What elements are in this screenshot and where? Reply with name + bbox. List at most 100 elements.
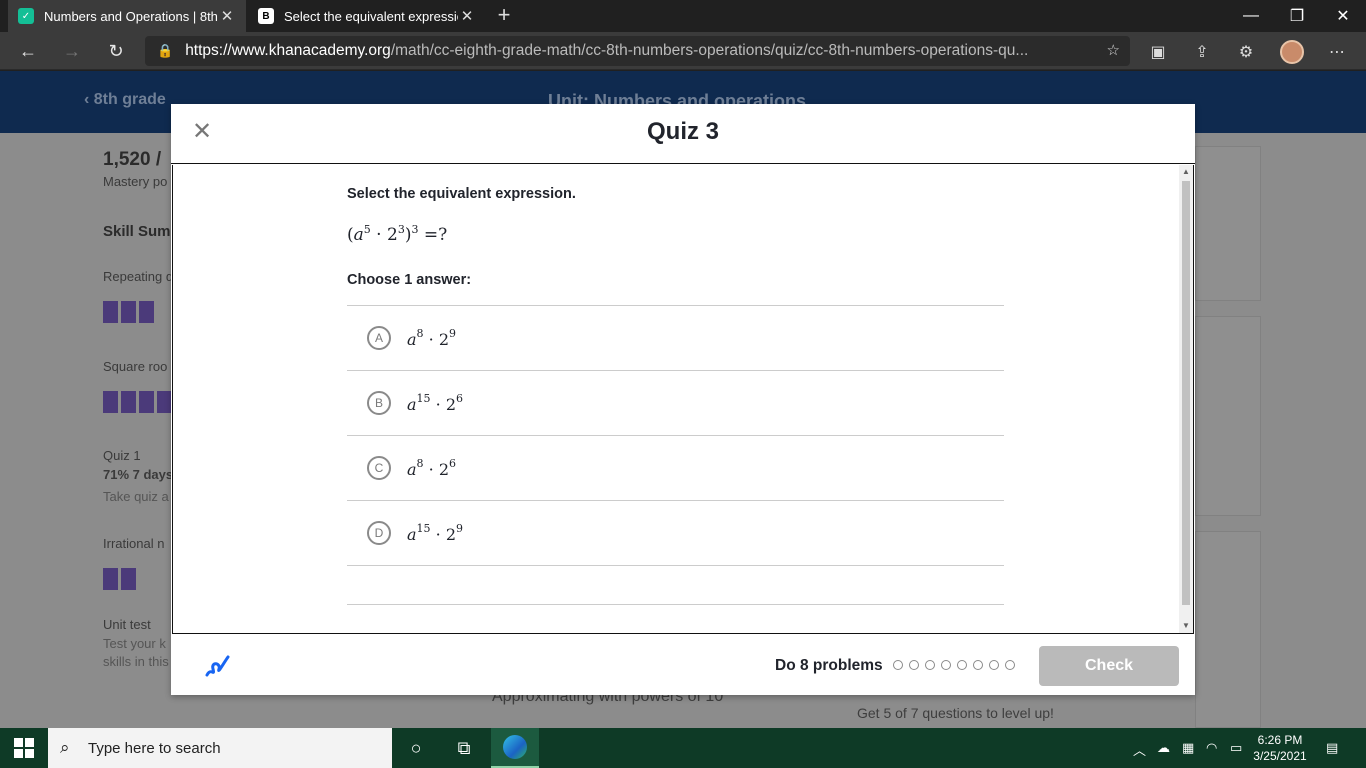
mastery-points: 1,520 / <box>103 149 162 170</box>
progress-dot <box>941 660 951 670</box>
tab-title: Numbers and Operations | 8th g <box>44 8 218 24</box>
progress-dot <box>909 660 919 670</box>
choice-expression: a15 · 29 <box>407 522 463 544</box>
lock-icon: 🔒 <box>157 43 174 58</box>
choice-expression: a15 · 26 <box>407 392 463 414</box>
quiz-modal: ✕ Quiz 3 Select the equivalent expressio… <box>171 104 1195 695</box>
close-tab-icon[interactable]: ✕ <box>218 7 236 25</box>
background-card <box>1195 316 1261 516</box>
choice-letter: C <box>367 456 391 480</box>
breadcrumb[interactable]: ‹ 8th grade <box>84 91 166 109</box>
modal-header: ✕ Quiz 3 <box>171 104 1195 164</box>
collections-icon[interactable]: ▣ <box>1147 41 1169 63</box>
choose-label: Choose 1 answer: <box>347 272 472 288</box>
unit-test-desc: Test your k <box>103 636 166 651</box>
taskbar-search[interactable]: ⌕ Type here to search <box>48 728 392 768</box>
progress-dot <box>989 660 999 670</box>
progress-dot <box>893 660 903 670</box>
choice-b[interactable]: B a15 · 26 <box>347 371 1004 436</box>
refresh-icon[interactable]: ↻ <box>101 37 131 65</box>
extensions-icon[interactable]: ⚙ <box>1235 41 1257 63</box>
share-icon[interactable]: ⇪ <box>1191 41 1213 63</box>
choice-expression: a8 · 26 <box>407 457 456 479</box>
question-expression: (a5 · 23)3 =? <box>347 223 448 245</box>
tab-numbers-and-operations[interactable]: ✓ Numbers and Operations | 8th g ✕ <box>8 0 246 32</box>
search-icon: ⌕ <box>60 738 70 757</box>
scratchpad-icon[interactable] <box>203 653 231 681</box>
notifications-icon[interactable]: ▤ <box>1326 740 1338 756</box>
address-bar-row: ← → ↻ 🔒 https://www.khanacademy.org/math… <box>0 32 1366 70</box>
progress-label: Do 8 problems <box>775 657 883 674</box>
unit-test-desc: skills in this <box>103 654 169 669</box>
progress-dot <box>973 660 983 670</box>
profile-avatar[interactable] <box>1280 40 1304 64</box>
url-field[interactable]: 🔒 https://www.khanacademy.org/math/cc-ei… <box>145 36 1130 66</box>
forward-icon[interactable]: → <box>57 37 87 65</box>
cortana-icon[interactable]: ○ <box>392 728 440 768</box>
choice-expression: a8 · 29 <box>407 327 456 349</box>
quiz1-link[interactable]: Take quiz a <box>103 489 169 504</box>
more-menu-icon[interactable]: ⋯ <box>1326 41 1348 63</box>
choice-d[interactable]: D a15 · 29 <box>347 501 1004 566</box>
clock[interactable]: 6:26 PM 3/25/2021 <box>1250 732 1310 764</box>
scroll-down-icon[interactable]: ▼ <box>1179 619 1193 633</box>
scrollbar-thumb[interactable] <box>1182 181 1190 605</box>
modal-body: Select the equivalent expression. (a5 · … <box>172 165 1194 634</box>
tab-title: Select the equivalent expression. <box>284 8 458 24</box>
taskbar: ⌕ Type here to search ○ ⧉ ︿ ☁ ▦ ◠ ▭ 6:26… <box>0 728 1366 768</box>
minimize-icon[interactable]: — <box>1228 0 1274 32</box>
edge-browser-icon[interactable] <box>491 728 539 768</box>
scroll-up-icon[interactable]: ▲ <box>1179 165 1193 179</box>
restore-icon[interactable]: ❐ <box>1274 0 1320 32</box>
skill-bars <box>103 301 154 323</box>
progress-dot <box>1005 660 1015 670</box>
check-button[interactable]: Check <box>1039 646 1179 686</box>
choice-c[interactable]: C a8 · 26 <box>347 436 1004 501</box>
modal-footer: Do 8 problems Check <box>171 635 1195 695</box>
question-prompt: Select the equivalent expression. <box>347 186 576 202</box>
new-tab-icon[interactable]: + <box>492 4 516 28</box>
answer-choices: A a8 · 29 B a15 · 26 C a8 · 26 D a15 · 2… <box>347 305 1004 566</box>
background-card <box>1195 146 1261 301</box>
skill-bars <box>103 391 172 413</box>
url-path: /math/cc-eighth-grade-math/cc-8th-number… <box>390 42 1029 59</box>
wifi-icon[interactable]: ◠ <box>1206 740 1217 756</box>
browser-tab-bar: ✓ Numbers and Operations | 8th g ✕ B Sel… <box>0 0 1366 32</box>
search-placeholder: Type here to search <box>88 739 221 757</box>
choice-letter: D <box>367 521 391 545</box>
device-icon[interactable]: ▦ <box>1182 740 1194 756</box>
clock-date: 3/25/2021 <box>1253 749 1307 763</box>
khan-academy-icon: ✓ <box>18 8 34 24</box>
choice-letter: B <box>367 391 391 415</box>
quiz1-title: Quiz 1 <box>103 448 141 463</box>
close-window-icon[interactable]: ✕ <box>1320 0 1366 32</box>
close-tab-icon[interactable]: ✕ <box>458 7 476 25</box>
mastery-label: Mastery po <box>103 174 168 189</box>
divider <box>347 604 1004 605</box>
tray-chevron-icon[interactable]: ︿ <box>1133 740 1146 759</box>
skill-square-roots[interactable]: Square roo <box>103 359 167 374</box>
skill-repeating[interactable]: Repeating d <box>103 269 173 284</box>
skill-irrational[interactable]: Irrational n <box>103 536 164 551</box>
tab-select-equivalent[interactable]: B Select the equivalent expression. ✕ <box>248 0 486 32</box>
battery-icon[interactable]: ▭ <box>1230 740 1242 756</box>
progress-dot <box>925 660 935 670</box>
favorite-star-icon[interactable]: ☆ <box>1107 41 1120 59</box>
url-host: https://www.khanacademy.org <box>185 42 391 59</box>
modal-scrollbar[interactable]: ▲ ▼ <box>1179 165 1193 633</box>
background-card <box>1195 531 1261 728</box>
onedrive-icon[interactable]: ☁ <box>1157 740 1170 756</box>
brainly-icon: B <box>258 8 274 24</box>
quiz1-score: 71% 7 days <box>103 467 174 482</box>
progress-dot <box>957 660 967 670</box>
level-up-text: Get 5 of 7 questions to level up! <box>857 705 1054 721</box>
back-icon[interactable]: ← <box>13 37 43 65</box>
modal-title: Quiz 3 <box>646 118 719 145</box>
choice-a[interactable]: A a8 · 29 <box>347 306 1004 371</box>
skill-bars <box>103 568 136 590</box>
unit-test-title: Unit test <box>103 617 151 632</box>
windows-start-icon[interactable] <box>14 738 34 758</box>
task-view-icon[interactable]: ⧉ <box>440 728 488 768</box>
progress-dots <box>893 660 1015 670</box>
choice-letter: A <box>367 326 391 350</box>
